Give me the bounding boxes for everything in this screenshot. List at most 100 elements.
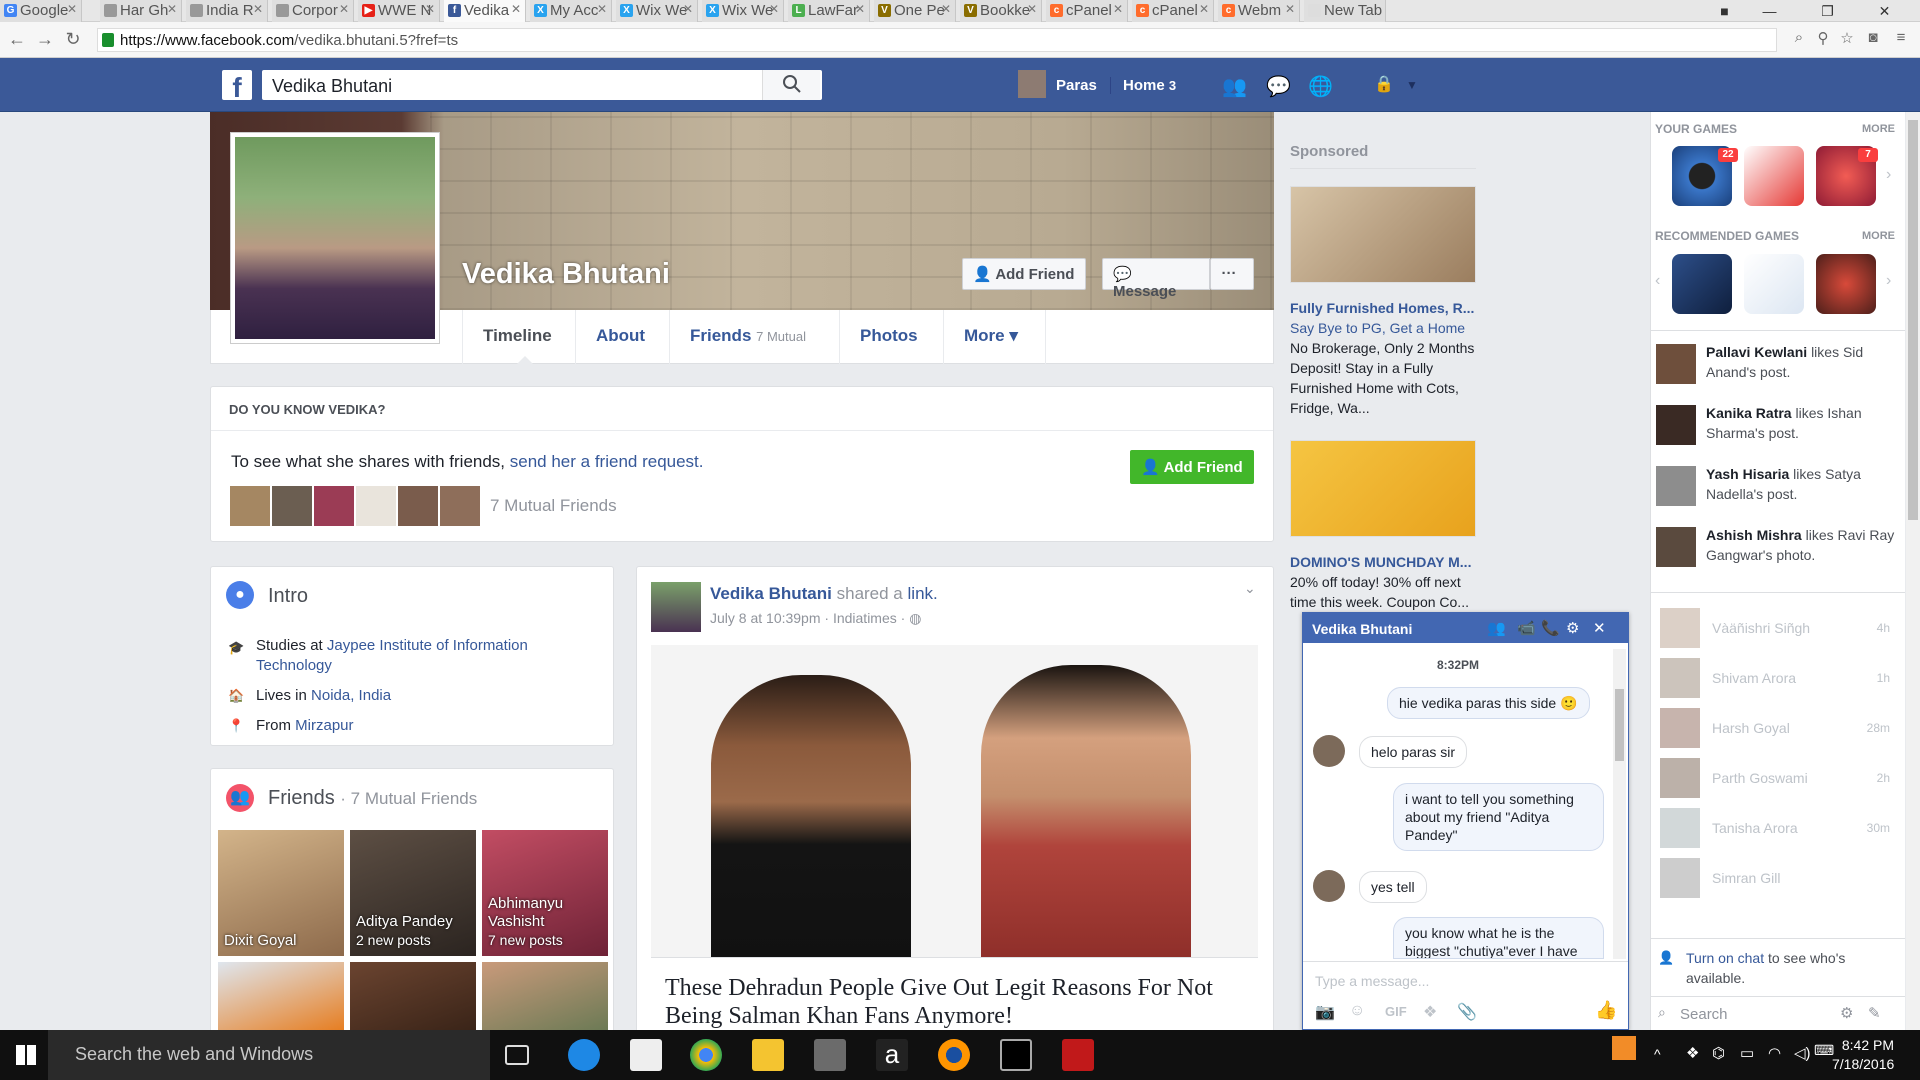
page-scrollbar-thumb[interactable] [1908,120,1918,520]
browser-tab[interactable]: X My Acc ✕ [530,0,612,22]
tab-friends[interactable]: Friends 7 Mutual [670,310,840,364]
taskbar-search[interactable]: Search the web and Windows [48,1030,490,1080]
browser-tab[interactable]: c cPanel ✕ [1132,0,1214,22]
tray-network-icon[interactable]: ⌬ [1712,1044,1725,1062]
mutual-friend-thumb[interactable] [272,486,312,526]
chat-options-gear-icon[interactable]: ⚙ [1840,1004,1853,1022]
video-call-icon[interactable]: 📹 [1517,619,1536,637]
tab-about[interactable]: About [576,310,670,364]
new-message-icon[interactable]: ✎ [1868,1004,1881,1022]
store-icon[interactable] [630,1039,662,1071]
voice-call-icon[interactable]: 📞 [1541,619,1560,637]
games-next-chevron-icon[interactable]: › [1886,166,1891,184]
fb-search-button[interactable] [762,70,820,100]
tray-wifi-icon[interactable]: ◠ [1768,1044,1781,1062]
ticker-item[interactable]: Pallavi Kewlani likes Sid Anand's post. [1656,342,1896,390]
post-author-link[interactable]: Vedika Bhutani [710,584,832,603]
close-tab-icon[interactable]: ✕ [67,2,77,16]
camera-icon[interactable]: 📷 [1315,1002,1335,1022]
emoji-icon[interactable]: ☺ [1349,1002,1365,1020]
chat-search-input[interactable]: Search [1680,1006,1728,1023]
forward-icon[interactable]: → [34,29,56,50]
friend-tile[interactable] [218,962,344,1030]
edge-browser-icon[interactable] [568,1039,600,1071]
city-link[interactable]: Noida, India [311,687,391,704]
amazon-icon[interactable]: a [876,1039,908,1071]
friend-requests-icon[interactable]: 👥 [1222,74,1247,98]
chat-contact[interactable]: Parth Goswami 2h [1660,758,1890,798]
minimize-button[interactable]: — [1747,0,1792,22]
chat-contact[interactable]: Vàäñishri Siñgh 4h [1660,608,1890,648]
acrobat-icon[interactable] [1062,1039,1094,1071]
game-stickman[interactable] [1744,254,1804,314]
chat-contact[interactable]: Simran Gill [1660,858,1890,898]
close-tab-icon[interactable]: ✕ [683,2,693,16]
close-tab-icon[interactable]: ✕ [1285,2,1295,16]
sublime-icon[interactable] [814,1039,846,1071]
chat-scrollbar-thumb[interactable] [1615,689,1624,761]
close-window-button[interactable]: ✕ [1862,0,1907,22]
friend-tile[interactable]: Aditya Pandey 2 new posts [350,830,476,956]
ticker-item[interactable]: Kanika Ratra likes Ishan Sharma's post. [1656,403,1896,451]
chat-message-input[interactable]: Type a message... [1315,973,1429,989]
close-tab-icon[interactable]: ✕ [511,2,521,16]
chrome-menu-icon[interactable]: ≡ [1890,29,1912,46]
dyk-add-friend-button[interactable]: 👤 Add Friend [1130,450,1254,484]
close-tab-icon[interactable]: ✕ [1027,2,1037,16]
browser-tab[interactable]: India R ✕ [186,0,268,22]
game-bike-race[interactable] [1672,254,1732,314]
mutual-friend-thumb[interactable] [356,486,396,526]
hometown-link[interactable]: Mirzapur [295,717,353,734]
post-author-avatar[interactable] [651,582,701,632]
browser-tab[interactable]: c Webm ✕ [1218,0,1300,22]
tray-volume-icon[interactable]: ◁) [1794,1044,1811,1062]
friend-tile[interactable]: Abhimanyu Vashisht 7 new posts [482,830,608,956]
close-tab-icon[interactable]: ✕ [769,2,779,16]
add-friend-button[interactable]: 👤 Add Friend [962,258,1086,290]
message-button[interactable]: 💬 Message [1102,258,1210,300]
your-games-more-link[interactable]: MORE [1862,123,1895,135]
close-tab-icon[interactable]: ✕ [941,2,951,16]
close-chat-icon[interactable]: ✕ [1593,619,1606,637]
send-friend-request-link[interactable]: send her a friend request. [510,452,704,471]
tray-expand-icon[interactable]: ^ [1654,1046,1661,1062]
post-link[interactable]: link. [908,584,938,603]
friend-tile[interactable] [482,962,608,1030]
post-link-image[interactable] [651,645,1258,957]
like-thumb-icon[interactable]: 👍 [1595,1000,1617,1021]
tab-more[interactable]: More ▾ [944,310,1046,364]
user-avatar[interactable] [1018,70,1046,98]
browser-tab[interactable]: V Bookke ✕ [960,0,1042,22]
facebook-logo[interactable]: f [222,70,252,103]
zoom-icon[interactable]: ⌕ [1788,29,1810,46]
extension2-icon[interactable]: ◙ [1862,29,1884,46]
url-field[interactable]: https://www.facebook.com/vedika.bhutani.… [97,28,1777,52]
notifications-globe-icon[interactable]: 🌐 [1308,74,1333,98]
close-tab-icon[interactable]: ✕ [167,2,177,16]
browser-tab[interactable]: V One Pe ✕ [874,0,956,22]
browser-tab[interactable]: f Vedika ✕ [444,0,526,22]
tray-dropbox-icon[interactable]: ❖ [1686,1044,1699,1062]
recommended-prev-chevron-icon[interactable]: ‹ [1655,272,1660,290]
mutual-friend-thumb[interactable] [314,486,354,526]
game-hero[interactable] [1816,254,1876,314]
chat-contact[interactable]: Tanisha Arora 30m [1660,808,1890,848]
friend-tile[interactable]: Dixit Goyal [218,830,344,956]
chat-settings-gear-icon[interactable]: ⚙ [1566,619,1579,637]
attach-file-icon[interactable]: 📎 [1457,1002,1477,1022]
more-options-button[interactable]: ··· [1210,258,1254,290]
ad-image-dominos[interactable] [1290,440,1476,537]
close-tab-icon[interactable]: ✕ [253,2,263,16]
profile-picture[interactable] [230,132,440,344]
game-teen-patti[interactable] [1744,146,1804,206]
add-friends-to-chat-icon[interactable]: 👥 [1487,619,1506,637]
browser-tab[interactable]: c cPanel ✕ [1046,0,1128,22]
browser-tab[interactable]: X Wix We ✕ [616,0,698,22]
privacy-lock-icon[interactable]: 🔒 [1372,74,1396,94]
friends-title[interactable]: Friends · 7 Mutual Friends [268,787,477,810]
gif-button[interactable]: GIF [1385,1004,1407,1019]
reload-icon[interactable]: ↻ [62,29,84,50]
mutual-friend-thumb[interactable] [398,486,438,526]
browser-tab[interactable]: Har Gh ✕ [100,0,182,22]
recommended-next-chevron-icon[interactable]: › [1886,272,1891,290]
